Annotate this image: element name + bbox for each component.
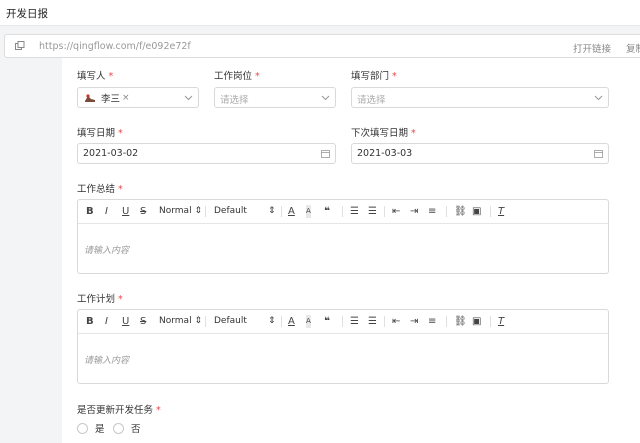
heading-select[interactable]: Normal ⇕ <box>159 315 202 328</box>
font-select[interactable]: Default <box>214 205 247 218</box>
blockquote-icon[interactable]: ❝ <box>324 315 330 328</box>
strike-button[interactable]: S <box>140 205 146 218</box>
clear-format-icon[interactable]: T <box>498 315 504 328</box>
plan-label: 工作计划 * <box>77 294 123 305</box>
image-icon[interactable]: ▣ <box>472 315 481 328</box>
next-date-value: 2021-03-03 <box>357 148 413 159</box>
department-select[interactable]: 请选择 <box>351 87 609 108</box>
editor-toolbar: B I U S Normal ⇕ Default ⇕ A A ❝ ☰ ☰ ⇤ ⇥… <box>78 310 608 334</box>
radio-yes[interactable]: 是 <box>77 421 105 435</box>
update-task-label: 是否更新开发任务 * <box>77 405 161 416</box>
italic-button[interactable]: I <box>105 205 108 218</box>
underline-button[interactable]: U <box>122 315 129 328</box>
radio-no[interactable]: 否 <box>113 421 141 435</box>
filler-label: 填写人 * <box>77 71 114 82</box>
department-label: 填写部门 * <box>351 71 397 82</box>
indent-decrease-icon[interactable]: ⇤ <box>392 205 400 218</box>
summary-label: 工作总结 * <box>77 184 123 195</box>
underline-button[interactable]: U <box>122 205 129 218</box>
chevron-down-icon <box>594 95 603 101</box>
next-date-label: 下次填写日期 * <box>351 128 416 139</box>
summary-placeholder: 请输入内容 <box>84 246 130 256</box>
form-panel: 填写人 * 李三 × 工作岗位 * 请选择 填写部门 * 请选择 填写日期 * 2021… <box>62 58 640 443</box>
copy-url-icon[interactable] <box>15 41 25 51</box>
font-color-icon[interactable]: A <box>288 315 295 328</box>
copy-link-button[interactable]: 复制 <box>626 41 640 55</box>
form-url[interactable]: https://qingflow.com/f/e092e72f <box>39 41 191 52</box>
ordered-list-icon[interactable]: ☰ <box>350 315 359 328</box>
radio-no-label: 否 <box>131 424 141 435</box>
position-select[interactable]: 请选择 <box>214 87 336 108</box>
radio-circle[interactable] <box>113 422 124 434</box>
align-icon[interactable]: ≡ <box>428 205 436 218</box>
align-icon[interactable]: ≡ <box>428 315 436 328</box>
font-select-arrow-icon: ⇕ <box>268 206 276 216</box>
url-bar: https://qingflow.com/f/e092e72f 打开链接 复制 <box>4 34 640 58</box>
chevron-down-icon <box>184 95 193 101</box>
font-color-icon[interactable]: A <box>288 205 295 218</box>
image-icon[interactable]: ▣ <box>472 205 481 218</box>
indent-increase-icon[interactable]: ⇥ <box>410 315 418 328</box>
user-tag-name: 李三 <box>101 94 121 105</box>
indent-decrease-icon[interactable]: ⇤ <box>392 315 400 328</box>
plan-editor[interactable]: B I U S Normal ⇕ Default ⇕ A A ❝ ☰ ☰ ⇤ ⇥… <box>77 309 609 384</box>
blockquote-icon[interactable]: ❝ <box>324 205 330 218</box>
indent-increase-icon[interactable]: ⇥ <box>410 205 418 218</box>
chevron-down-icon <box>321 95 330 101</box>
avatar <box>85 94 95 102</box>
date-value: 2021-03-02 <box>83 148 139 159</box>
highlight-icon[interactable]: A <box>306 315 311 328</box>
user-tag: 李三 × <box>84 91 130 105</box>
link-icon[interactable]: ⛓ <box>454 315 467 328</box>
summary-editor[interactable]: B I U S Normal ⇕ Default ⇕ A A ❝ ☰ ☰ ⇤ ⇥… <box>77 199 609 274</box>
editor-toolbar: B I U S Normal ⇕ Default ⇕ A A ❝ ☰ ☰ ⇤ ⇥… <box>78 200 608 224</box>
bold-button[interactable]: B <box>86 205 94 218</box>
open-link-button[interactable]: 打开链接 <box>573 41 611 55</box>
window-titlebar: 开发日报 <box>0 0 640 26</box>
heading-select[interactable]: Normal ⇕ <box>159 205 202 218</box>
bullet-list-icon[interactable]: ☰ <box>368 205 377 218</box>
department-placeholder: 请选择 <box>357 95 386 106</box>
link-icon[interactable]: ⛓ <box>454 205 467 218</box>
position-placeholder: 请选择 <box>220 95 249 106</box>
radio-yes-label: 是 <box>95 424 105 435</box>
radio-circle[interactable] <box>77 422 88 434</box>
bullet-list-icon[interactable]: ☰ <box>368 315 377 328</box>
font-select[interactable]: Default <box>214 315 247 328</box>
remove-user-icon[interactable]: × <box>122 93 130 103</box>
font-select-arrow-icon: ⇕ <box>268 316 276 326</box>
plan-placeholder: 请输入内容 <box>84 356 130 366</box>
strike-button[interactable]: S <box>140 315 146 328</box>
date-picker[interactable]: 2021-03-02 <box>77 143 336 164</box>
calendar-icon <box>594 150 603 158</box>
ordered-list-icon[interactable]: ☰ <box>350 205 359 218</box>
clear-format-icon[interactable]: T <box>498 205 504 218</box>
position-label: 工作岗位 * <box>214 71 260 82</box>
next-date-picker[interactable]: 2021-03-03 <box>351 143 609 164</box>
filler-select[interactable]: 李三 × <box>77 87 199 108</box>
date-label: 填写日期 * <box>77 128 123 139</box>
italic-button[interactable]: I <box>105 315 108 328</box>
highlight-icon[interactable]: A <box>306 205 311 218</box>
bold-button[interactable]: B <box>86 315 94 328</box>
window-title: 开发日报 <box>6 8 48 20</box>
calendar-icon <box>321 150 330 158</box>
